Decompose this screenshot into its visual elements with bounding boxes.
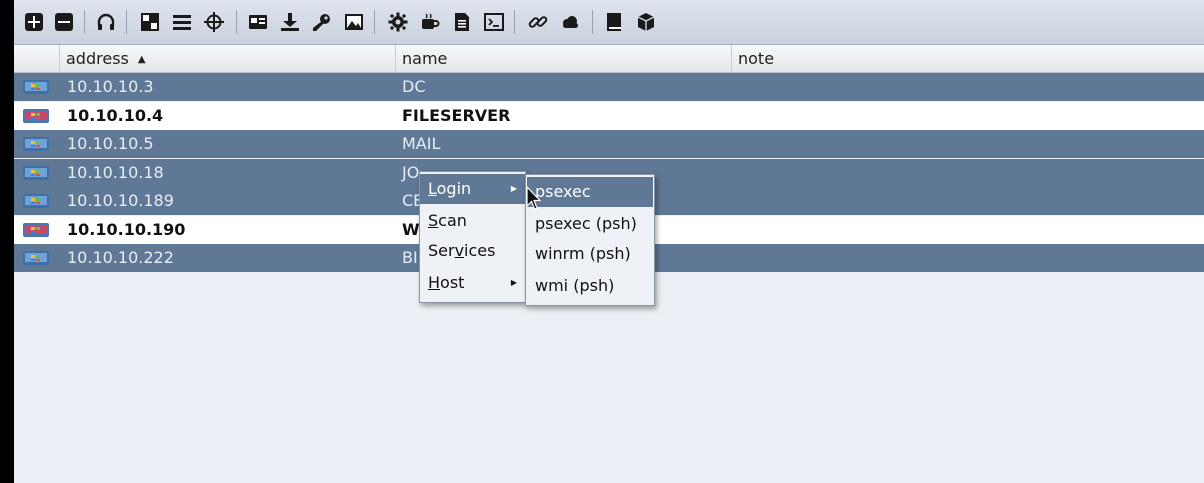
mouse-cursor-icon xyxy=(526,186,542,210)
cloud-icon[interactable] xyxy=(558,10,582,34)
package-icon[interactable] xyxy=(634,10,658,34)
menu-item-label-part: can xyxy=(438,211,467,230)
windows-os-icon xyxy=(23,108,49,123)
key-icon[interactable] xyxy=(310,10,334,34)
host-name: W xyxy=(402,219,420,239)
context-menu: Login ▶ Scan Services Host ▶ xyxy=(419,171,526,303)
host-address: 10.10.10.4 xyxy=(67,105,164,125)
submenu-arrow-icon: ▶ xyxy=(510,184,517,193)
host-address: 10.10.10.189 xyxy=(67,191,174,210)
context-menu-item[interactable]: Login ▶ xyxy=(420,174,525,204)
list-icon[interactable] xyxy=(170,10,194,34)
host-address: 10.10.10.18 xyxy=(67,162,164,182)
host-address: 10.10.10.3 xyxy=(67,77,154,96)
windows-os-icon xyxy=(23,165,49,180)
host-name: JO xyxy=(402,162,420,182)
remove-icon[interactable] xyxy=(52,10,76,34)
windows-os-icon xyxy=(23,222,49,237)
table-row[interactable]: 10.10.10.5 MAIL xyxy=(14,130,1204,158)
submenu-item[interactable]: psexec xyxy=(527,177,653,207)
toolbar-separator xyxy=(126,10,127,34)
grid-icon[interactable] xyxy=(138,10,162,34)
column-header-name[interactable]: name xyxy=(396,45,732,72)
menu-item-mnemonic: S xyxy=(428,211,439,230)
column-header-address[interactable]: address ▲ xyxy=(60,45,396,72)
login-submenu: psexec psexec (psh) winrm (psh) wmi (psh) xyxy=(525,174,655,306)
menu-item-label-part: ogin xyxy=(436,179,472,198)
menu-item-label-part: ost xyxy=(440,273,465,292)
headphones-icon[interactable] xyxy=(94,10,118,34)
menu-item-mnemonic: H xyxy=(428,273,441,292)
host-address: 10.10.10.222 xyxy=(67,248,174,267)
windows-os-icon xyxy=(23,137,49,151)
host-name: BI xyxy=(402,248,418,267)
host-name: MAIL xyxy=(402,134,441,153)
toolbar xyxy=(14,0,1204,45)
column-header-label: address xyxy=(66,49,129,68)
submenu-item[interactable]: winrm (psh) xyxy=(527,239,653,269)
table-row[interactable]: 10.10.10.4 FILESERVER xyxy=(14,101,1204,130)
table-header: address ▲ name note xyxy=(14,45,1204,73)
submenu-arrow-icon: ▶ xyxy=(510,278,517,287)
menu-item-mnemonic: L xyxy=(428,179,437,198)
coffee-icon[interactable] xyxy=(418,10,442,34)
sort-ascending-icon: ▲ xyxy=(137,54,146,65)
submenu-item-label: wmi (psh) xyxy=(535,276,615,295)
link-icon[interactable] xyxy=(526,10,550,34)
submenu-item[interactable]: wmi (psh) xyxy=(527,271,653,301)
os-column-header[interactable] xyxy=(14,45,60,72)
context-menu-item[interactable]: Host ▶ xyxy=(420,268,525,298)
windows-os-icon xyxy=(23,251,49,265)
host-name: FILESERVER xyxy=(402,105,511,125)
card-icon[interactable] xyxy=(246,10,270,34)
table-row[interactable]: 10.10.10.3 DC xyxy=(14,73,1204,101)
book-icon[interactable] xyxy=(602,10,626,34)
toolbar-separator xyxy=(514,10,515,34)
target-icon[interactable] xyxy=(202,10,226,34)
toolbar-separator xyxy=(84,10,85,34)
context-menu-item[interactable]: Services xyxy=(420,236,525,266)
host-address: 10.10.10.190 xyxy=(67,219,186,239)
gear-icon[interactable] xyxy=(386,10,410,34)
menu-item-mnemonic: v xyxy=(454,241,465,260)
menu-item-label-part: ices xyxy=(464,241,496,260)
toolbar-separator xyxy=(236,10,237,34)
windows-os-icon xyxy=(23,194,49,208)
submenu-item-label: psexec xyxy=(535,182,591,201)
terminal-icon[interactable] xyxy=(482,10,506,34)
host-name: DC xyxy=(402,77,426,96)
column-header-label: note xyxy=(738,49,775,68)
host-address: 10.10.10.5 xyxy=(67,134,154,153)
toolbar-separator xyxy=(374,10,375,34)
submenu-item-label: psexec (psh) xyxy=(535,214,637,233)
windows-os-icon xyxy=(23,80,49,94)
column-header-label: name xyxy=(402,49,448,68)
submenu-item[interactable]: psexec (psh) xyxy=(527,209,653,239)
menu-item-label-part: Ser xyxy=(428,241,455,260)
toolbar-separator xyxy=(592,10,593,34)
document-icon[interactable] xyxy=(450,10,474,34)
add-icon[interactable] xyxy=(22,10,46,34)
image-icon[interactable] xyxy=(342,10,366,34)
column-header-note[interactable]: note xyxy=(732,45,1204,72)
context-menu-item[interactable]: Scan xyxy=(420,206,525,236)
submenu-item-label: winrm (psh) xyxy=(535,244,631,263)
download-icon[interactable] xyxy=(278,10,302,34)
app-window: address ▲ name note 10.10.10.3 DC 10.10.10.… xyxy=(14,0,1204,483)
